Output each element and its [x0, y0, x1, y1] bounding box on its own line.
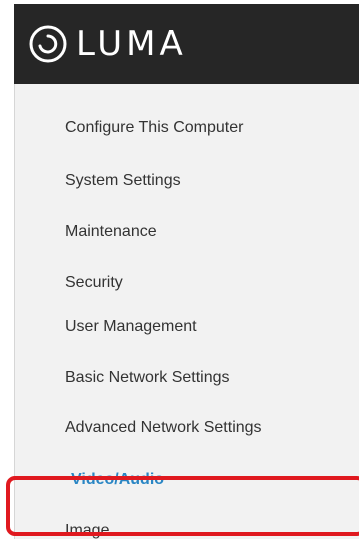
sidebar-item-system-settings[interactable]: System Settings [65, 171, 181, 191]
sidebar-item-maintenance[interactable]: Maintenance [65, 222, 157, 242]
sidebar-item-configure-this-computer[interactable]: Configure This Computer [65, 118, 243, 138]
sidebar-item-advanced-network-settings[interactable]: Advanced Network Settings [65, 418, 262, 438]
app-frame: LUMA Configure This Computer System Sett… [0, 0, 359, 539]
header-bar: LUMA [14, 4, 359, 84]
sidebar-item-basic-network-settings[interactable]: Basic Network Settings [65, 368, 230, 388]
sidebar-item-user-management[interactable]: User Management [65, 317, 197, 337]
sidebar-menu: Configure This Computer System Settings … [14, 84, 359, 539]
luma-logo-icon [29, 25, 67, 63]
sidebar-item-security[interactable]: Security [65, 273, 123, 293]
logo-text: LUMA [76, 24, 187, 64]
luma-logo: LUMA [28, 14, 187, 74]
highlight-outline [6, 476, 359, 536]
